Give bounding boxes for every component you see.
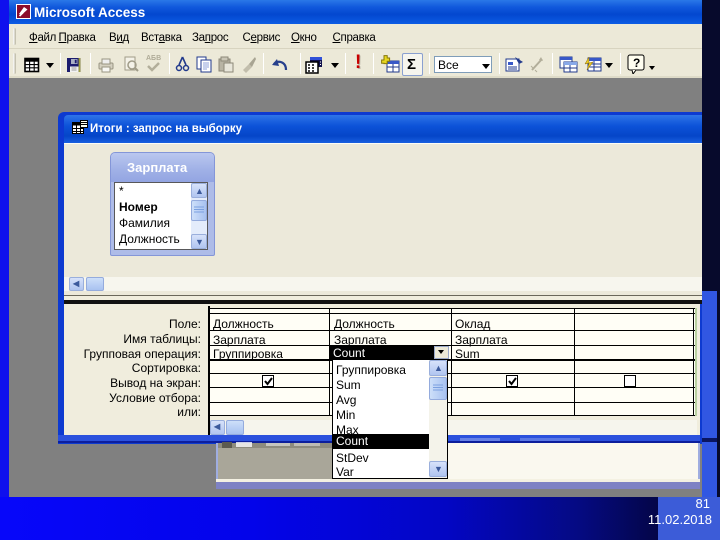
svg-text:?: ? xyxy=(633,56,640,70)
